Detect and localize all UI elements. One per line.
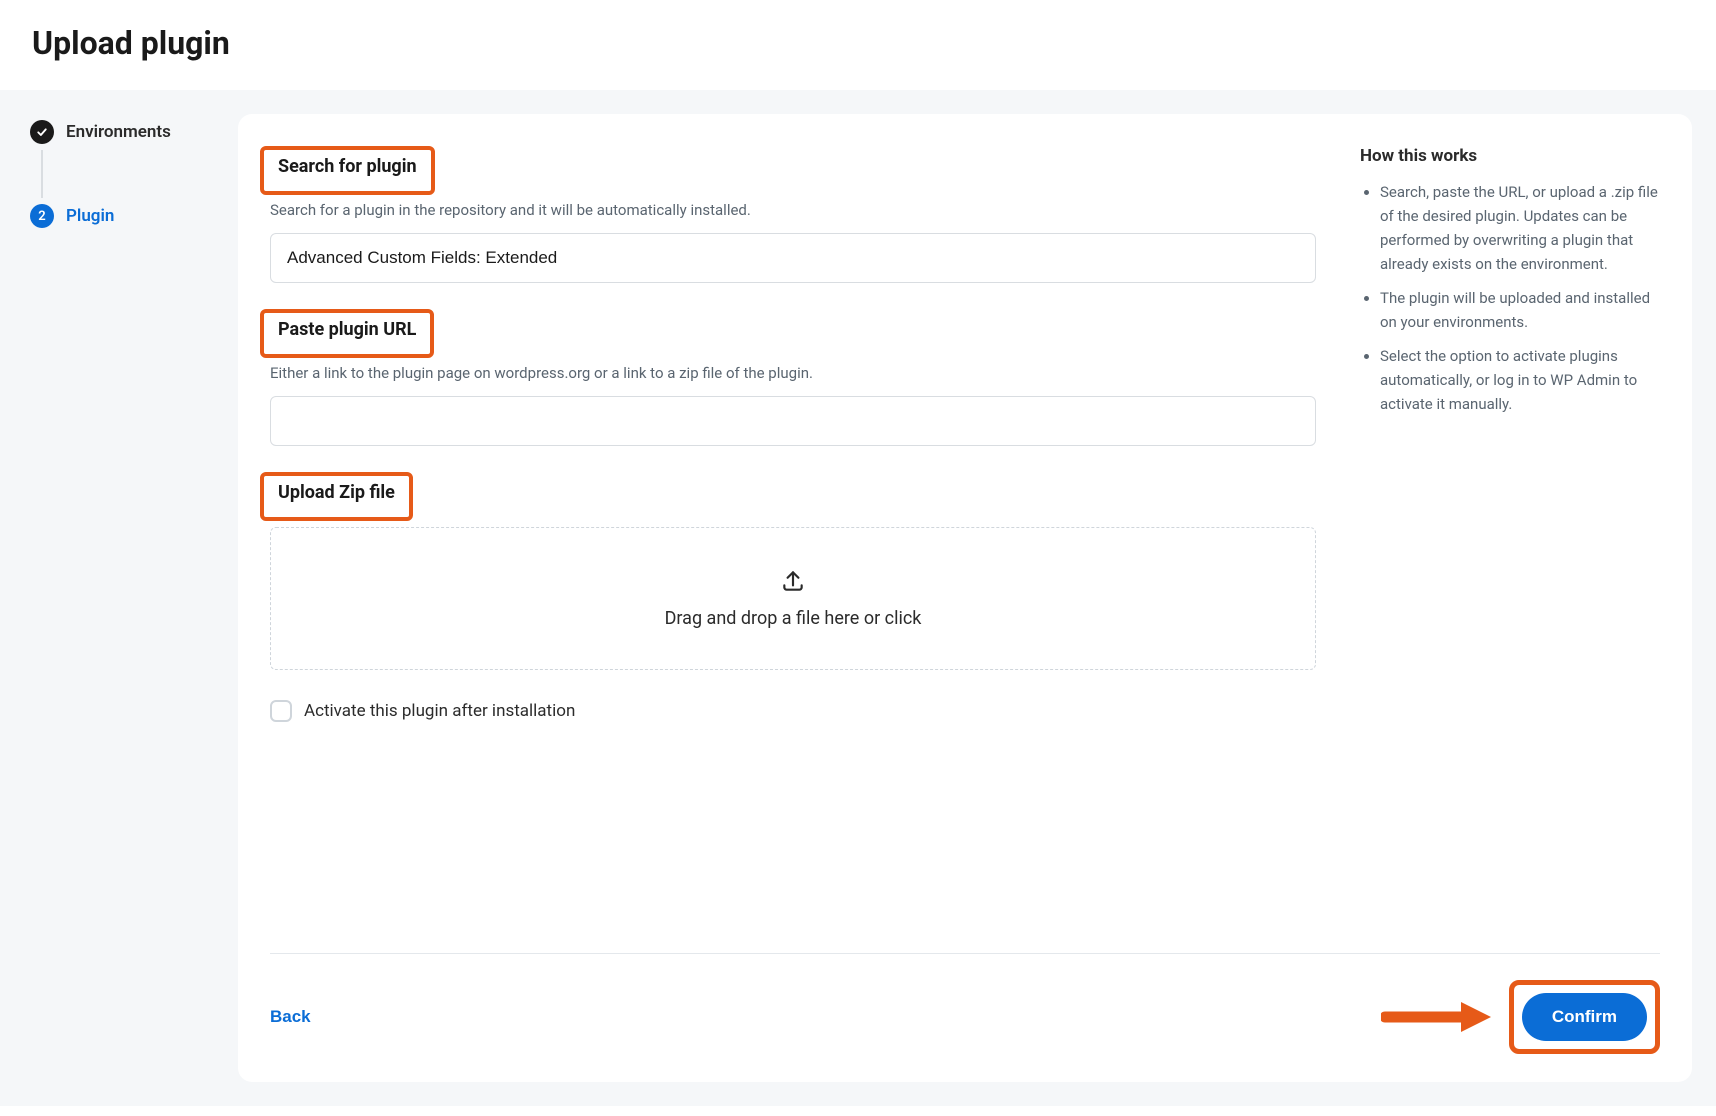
step-plugin[interactable]: 2 Plugin: [30, 204, 214, 228]
page-title: Upload plugin: [32, 24, 1684, 62]
step-label: Environments: [66, 122, 171, 142]
card-footer: Back Confirm: [270, 953, 1660, 1054]
back-button[interactable]: Back: [270, 1007, 311, 1027]
file-dropzone[interactable]: Drag and drop a file here or click: [270, 527, 1316, 670]
step-environments[interactable]: Environments: [30, 120, 214, 144]
section-heading: Search for plugin: [270, 152, 425, 181]
step-connector: [41, 150, 43, 198]
page-header: Upload plugin: [0, 0, 1716, 90]
annotation-highlight: Upload Zip file: [260, 472, 413, 521]
plugin-url-input[interactable]: [270, 396, 1316, 446]
annotation-highlight: Search for plugin: [260, 146, 435, 195]
section-upload-zip: Upload Zip file Drag and drop a file her…: [270, 472, 1316, 670]
form-column: Search for plugin Search for a plugin in…: [270, 146, 1316, 913]
annotation-highlight: Confirm: [1509, 980, 1660, 1054]
main-card: Search for plugin Search for a plugin in…: [238, 114, 1692, 1082]
section-description: Search for a plugin in the repository an…: [270, 201, 1316, 219]
activate-checkbox-row: Activate this plugin after installation: [270, 700, 1316, 722]
aside-list: Search, paste the URL, or upload a .zip …: [1360, 180, 1660, 416]
section-search-plugin: Search for plugin Search for a plugin in…: [270, 146, 1316, 283]
aside-list-item: The plugin will be uploaded and installe…: [1380, 286, 1660, 334]
section-heading: Upload Zip file: [270, 478, 403, 507]
search-plugin-input[interactable]: [270, 233, 1316, 283]
step-label: Plugin: [66, 206, 114, 226]
annotation-highlight: Paste plugin URL: [260, 309, 434, 358]
dropzone-text: Drag and drop a file here or click: [291, 608, 1295, 629]
aside-heading: How this works: [1360, 146, 1660, 166]
aside-list-item: Search, paste the URL, or upload a .zip …: [1380, 180, 1660, 276]
activate-checkbox[interactable]: [270, 700, 292, 722]
upload-icon: [780, 568, 806, 594]
card-columns: Search for plugin Search for a plugin in…: [270, 146, 1660, 913]
section-paste-url: Paste plugin URL Either a link to the pl…: [270, 309, 1316, 446]
checkmark-icon: [30, 120, 54, 144]
wizard-steps: Environments 2 Plugin: [24, 114, 214, 1082]
activate-checkbox-label: Activate this plugin after installation: [304, 701, 575, 721]
section-description: Either a link to the plugin page on word…: [270, 364, 1316, 382]
how-this-works-aside: How this works Search, paste the URL, or…: [1360, 146, 1660, 913]
body-area: Environments 2 Plugin Search for plugin …: [0, 90, 1716, 1106]
confirm-button[interactable]: Confirm: [1522, 993, 1647, 1041]
aside-list-item: Select the option to activate plugins au…: [1380, 344, 1660, 416]
arrow-right-icon: [1381, 1000, 1491, 1034]
section-heading: Paste plugin URL: [270, 315, 424, 344]
step-number-badge: 2: [30, 204, 54, 228]
confirm-wrap: Confirm: [1381, 980, 1660, 1054]
